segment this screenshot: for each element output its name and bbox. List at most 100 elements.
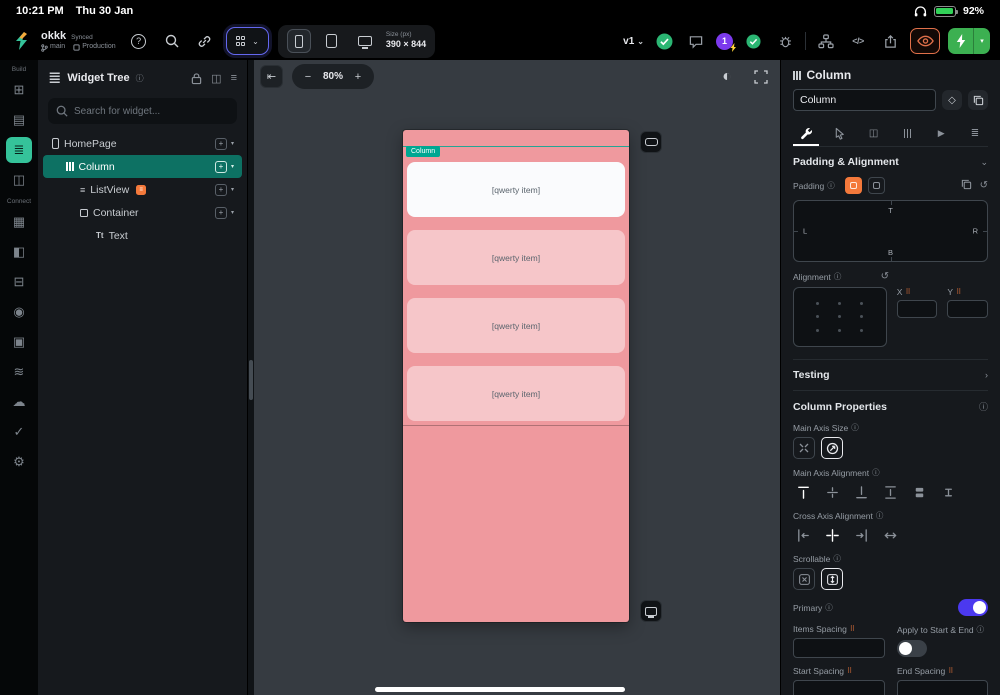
chat-button[interactable] (684, 29, 708, 53)
space-between-button[interactable] (880, 482, 900, 502)
align-end-button[interactable] (851, 482, 871, 502)
phone-mockup[interactable]: Column [qwerty item] [qwerty item] [qwer… (403, 130, 629, 622)
items-spacing-input[interactable] (793, 638, 885, 658)
add-child-button[interactable]: + (214, 206, 227, 219)
list-item[interactable]: [qwerty item] (407, 298, 625, 353)
copy-widget-button[interactable] (968, 90, 988, 110)
padding-left-label[interactable]: L (803, 227, 807, 236)
scrollable-off-button[interactable] (793, 568, 815, 590)
cross-start-button[interactable] (793, 525, 813, 545)
device-desktop-button[interactable] (353, 29, 377, 53)
cross-end-button[interactable] (851, 525, 871, 545)
tree-item-column[interactable]: Column + ▾ (43, 155, 242, 178)
row-caret-icon[interactable]: ▾ (231, 186, 234, 193)
help-button[interactable]: ? (127, 29, 151, 53)
tree-options-icon[interactable]: ≡ (231, 72, 237, 84)
widget-name-input[interactable] (793, 89, 936, 111)
add-child-button[interactable]: + (214, 183, 227, 196)
code-view-button[interactable]: </> (846, 29, 870, 53)
screen-toggle[interactable] (640, 600, 662, 622)
export-button[interactable] (878, 29, 902, 53)
reset-alignment-icon[interactable]: ↺ (881, 271, 889, 282)
cross-center-button[interactable] (822, 525, 842, 545)
components-icon[interactable]: ◫ (6, 167, 32, 193)
padding-uniform-toggle[interactable] (844, 177, 862, 194)
section-column-properties[interactable]: Column Properties ⓘ (793, 390, 988, 422)
scrollbar-thumb[interactable] (249, 360, 253, 400)
primary-toggle[interactable] (958, 599, 988, 616)
widget-search[interactable] (48, 98, 237, 124)
widget-tree-toolbar-button[interactable] (814, 29, 838, 53)
tab-actions[interactable] (827, 120, 853, 146)
flutterflow-logo[interactable] (10, 30, 32, 52)
run-button[interactable]: ▾ (948, 28, 990, 54)
widget-search-input[interactable] (74, 105, 229, 117)
tab-documentation[interactable]: ≣ (962, 120, 988, 146)
tree-item-listview[interactable]: ≡ ListView ≡ + ▾ (43, 178, 242, 201)
alignment-picker[interactable] (793, 287, 887, 347)
project-info[interactable]: okkk Synced main Production (41, 30, 116, 52)
add-child-button[interactable]: + (214, 137, 227, 150)
main-axis-max-button[interactable] (821, 437, 843, 459)
list-item[interactable]: [qwerty item] (407, 162, 625, 217)
padding-bottom-label[interactable]: B (888, 248, 893, 257)
row-caret-icon[interactable]: ▾ (231, 209, 234, 216)
automations-icon[interactable]: ≋ (6, 359, 32, 385)
tab-animations[interactable]: ▶ (928, 120, 954, 146)
checks-passed-button[interactable] (741, 29, 765, 53)
link-button[interactable] (193, 29, 217, 53)
end-spacing-input[interactable] (897, 680, 988, 695)
users-icon[interactable]: ◉ (6, 299, 32, 325)
tab-layout[interactable]: ◫ (861, 120, 887, 146)
add-element-icon[interactable]: ⊞ (6, 77, 32, 103)
row-caret-icon[interactable]: ▾ (231, 163, 234, 170)
comments-resolved-button[interactable] (652, 29, 676, 53)
space-evenly-button[interactable] (938, 482, 958, 502)
lock-icon[interactable] (191, 72, 202, 85)
scrollable-on-button[interactable] (821, 568, 843, 590)
run-bolt-icon[interactable] (948, 28, 973, 54)
theme-mode-button[interactable]: ◐ (716, 66, 738, 88)
version-dropdown[interactable]: v1 ⌄ (623, 36, 644, 47)
section-testing[interactable]: Testing › (793, 359, 988, 390)
tests-icon[interactable]: ✓ (6, 419, 32, 445)
padding-right-label[interactable]: R (973, 227, 978, 236)
start-spacing-input[interactable] (793, 680, 885, 695)
widget-tree-icon[interactable]: ≣ (6, 137, 32, 163)
pages-icon[interactable]: ▤ (6, 107, 32, 133)
tab-properties[interactable] (793, 120, 819, 146)
list-item[interactable]: [qwerty item] (407, 230, 625, 285)
cloud-icon[interactable]: ☁ (6, 389, 32, 415)
search-button[interactable] (160, 29, 184, 53)
padding-top-label[interactable]: T (888, 206, 893, 215)
environment[interactable]: Production (73, 43, 116, 51)
copy-padding-icon[interactable] (961, 179, 972, 193)
media-icon[interactable]: ▣ (6, 329, 32, 355)
run-options-caret[interactable]: ▾ (973, 28, 990, 54)
align-start-button[interactable] (793, 482, 813, 502)
device-frame-toggle[interactable] (640, 131, 662, 153)
list-item[interactable]: [qwerty item] (407, 366, 625, 421)
section-padding-alignment[interactable]: Padding & Alignment ⌄ (793, 147, 988, 177)
reset-padding-icon[interactable]: ↺ (980, 180, 988, 191)
row-caret-icon[interactable]: ▾ (231, 140, 234, 147)
settings-icon[interactable]: ⚙ (6, 449, 32, 475)
main-axis-min-button[interactable] (793, 437, 815, 459)
canvas[interactable]: ⇤ − 80% + ◐ Column [qwerty item] [qwerty… (254, 60, 780, 695)
zoom-out-button[interactable]: − (302, 71, 314, 83)
x-alignment-input[interactable] (896, 300, 938, 318)
padding-editor[interactable]: T B L R (793, 200, 988, 262)
space-around-button[interactable] (909, 482, 929, 502)
content-icon[interactable]: ⊟ (6, 269, 32, 295)
tree-item-container[interactable]: Container + ▾ (43, 201, 242, 224)
align-center-button[interactable] (822, 482, 842, 502)
device-tablet-button[interactable] (320, 29, 344, 53)
branch-name[interactable]: main (41, 43, 65, 52)
device-phone-button[interactable] (286, 29, 311, 53)
apply-start-end-toggle[interactable] (897, 640, 927, 657)
notifications-badge[interactable]: 1 (716, 32, 736, 52)
data-schema-icon[interactable]: ◧ (6, 239, 32, 265)
fit-canvas-button[interactable] (750, 66, 772, 88)
tree-item-homepage[interactable]: HomePage + ▾ (43, 132, 242, 155)
panel-layout-icon[interactable]: ◫ (211, 72, 221, 85)
